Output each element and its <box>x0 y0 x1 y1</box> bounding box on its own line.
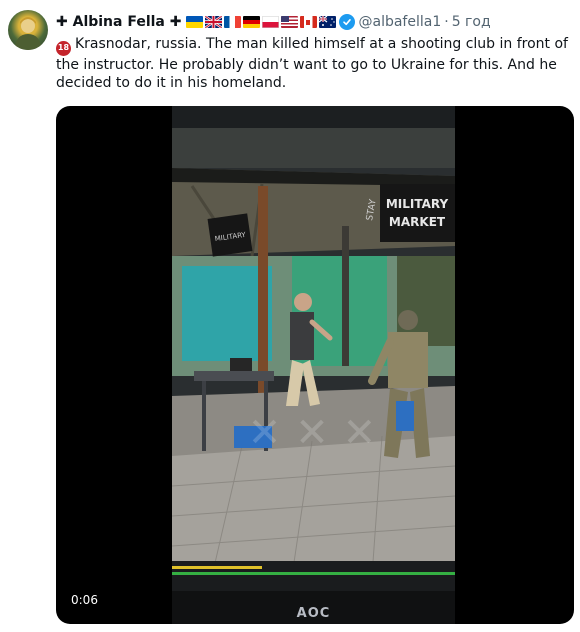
verified-badge-icon <box>338 14 355 30</box>
separator-dot: · <box>444 14 449 30</box>
video-player[interactable]: MILITARY MARKET MILITARY STAY ✕ ✕ ✕ AOC … <box>56 106 574 624</box>
display-name[interactable]: ✚ Albina Fella ✚ <box>56 14 182 30</box>
video-frame: MILITARY MARKET MILITARY STAY ✕ ✕ ✕ <box>172 106 455 624</box>
flag-emojis <box>185 16 336 28</box>
france-flag <box>223 16 241 28</box>
svg-text:✕ ✕ ✕: ✕ ✕ ✕ <box>248 410 376 456</box>
sign-market-text: MARKET <box>389 215 446 229</box>
avatar[interactable] <box>8 10 48 50</box>
video-timestamp: 0:06 <box>71 593 98 607</box>
poland-flag <box>261 16 279 28</box>
uk-flag <box>204 16 222 28</box>
tweet-header: ✚ Albina Fella ✚ @albafella1 · 5 год <box>56 12 572 32</box>
usa-flag <box>280 16 298 28</box>
user-handle[interactable]: @albafella1 <box>359 14 442 30</box>
canada-flag <box>299 16 317 28</box>
australia-flag <box>318 16 336 28</box>
tweet-body: Krasnodar, russia. The man killed himsel… <box>56 36 568 91</box>
monitor-brand-label: AOC <box>296 606 331 621</box>
age-restriction-icon: 18 <box>56 40 71 56</box>
ukraine-flag <box>185 16 203 28</box>
sign-military-text: MILITARY <box>386 197 449 211</box>
tweet-time[interactable]: 5 год <box>452 14 491 30</box>
tweet-text: 18 Krasnodar, russia. The man killed hims… <box>56 35 576 92</box>
germany-flag <box>242 16 260 28</box>
